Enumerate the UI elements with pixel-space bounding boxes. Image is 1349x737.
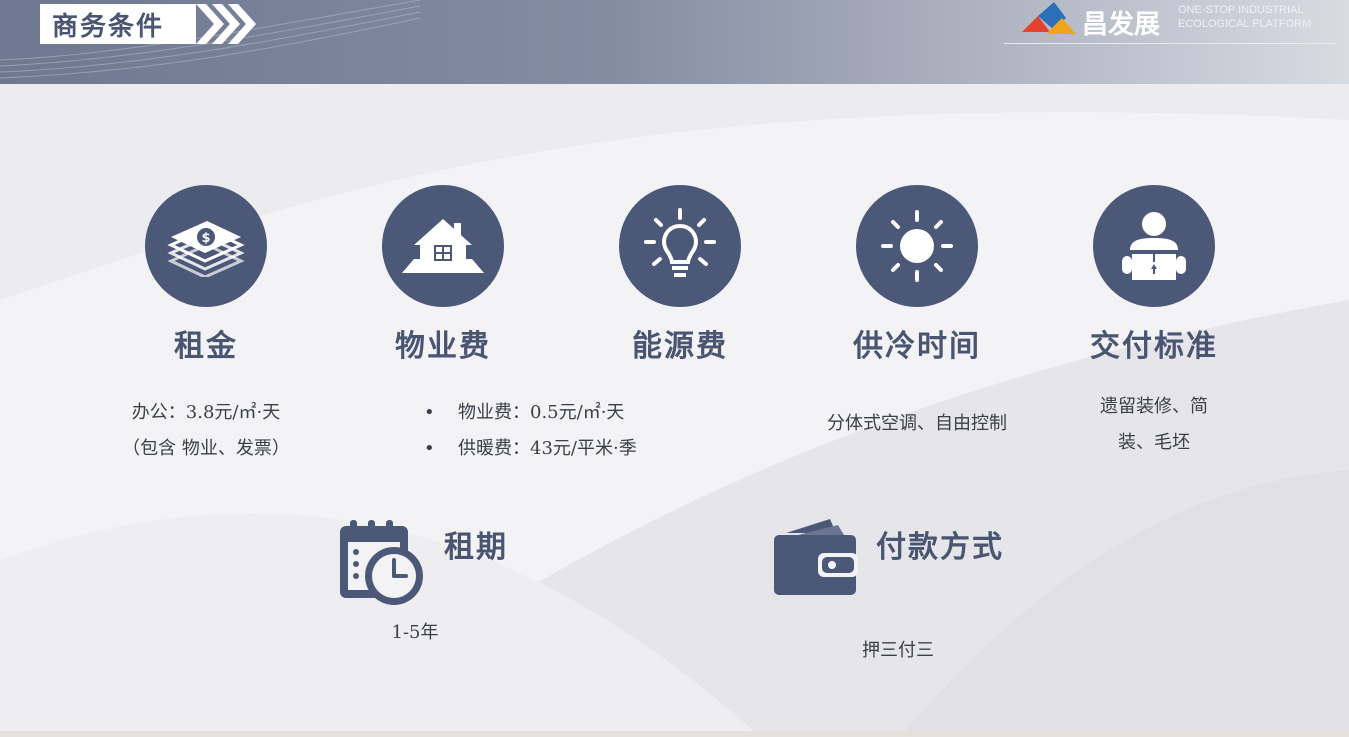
item-rent-title: 租金 (174, 329, 238, 364)
footer-strip (0, 731, 1349, 737)
list-item: • 供暖费：43元/平米·季 (424, 438, 637, 459)
chevron-right-icon (196, 4, 256, 44)
item-delivery-standard-desc: 遗留装修、简 装、毛坯 (1100, 396, 1208, 453)
item-delivery-standard: 交付标准 (1034, 185, 1274, 365)
money-icon: $ (145, 185, 267, 307)
list-item: • 物业费：0.5元/㎡·天 (424, 402, 625, 423)
payment-title: 付款方式 (876, 530, 1004, 565)
calendar-clock-icon (340, 520, 423, 605)
item-cooling-time-title: 供冷时间 (853, 329, 981, 364)
wallet-icon (774, 519, 858, 595)
item-energy-fee-title: 能源费 (632, 329, 728, 364)
payment-value: 押三付三 (862, 640, 934, 661)
item-delivery-standard-title: 交付标准 (1090, 329, 1218, 364)
item-property-fee-desc: • 物业费：0.5元/㎡·天 • 供暖费：43元/平米·季 (424, 395, 637, 467)
brand-underline (1004, 43, 1336, 44)
item-cooling-time: 供冷时间 (797, 185, 1037, 365)
brand-tagline: ONE-STOP INDUSTRIAL ECOLOGICAL PLATFORM (1178, 4, 1312, 30)
item-cooling-time-desc: 分体式空调、自由控制 (827, 413, 1007, 434)
house-icon (382, 185, 504, 307)
lease-title: 租期 (444, 530, 508, 565)
sun-icon (856, 185, 978, 307)
background-decoration (0, 0, 1349, 737)
lightbulb-icon (619, 185, 741, 307)
page-title: 商务条件 (40, 4, 196, 44)
item-energy-fee: 能源费 (560, 185, 800, 365)
item-property-fee-title: 物业费 (395, 329, 491, 364)
item-property-fee: 物业费 (323, 185, 563, 365)
lease-value: 1-5年 (391, 622, 439, 643)
person-box-icon (1093, 185, 1215, 307)
brand-name: 昌发展 (1082, 10, 1161, 40)
svg-text:$: $ (201, 231, 210, 246)
item-rent: $ 租金 (86, 185, 326, 365)
item-rent-desc: 办公：3.8元/㎡·天 （包含 物业、发票） (122, 402, 290, 459)
